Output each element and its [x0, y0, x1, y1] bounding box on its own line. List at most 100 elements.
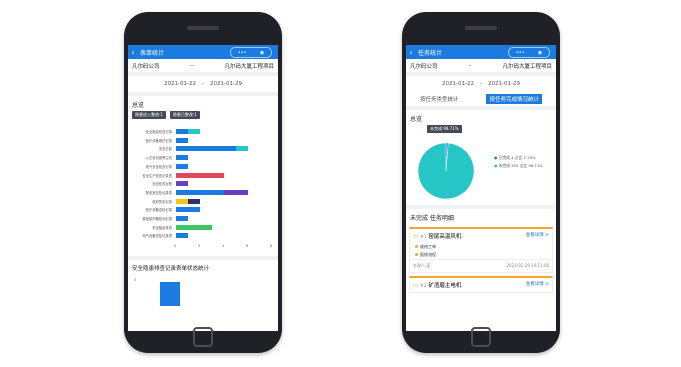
view-details-link[interactable]: 查看详情 >	[526, 281, 549, 289]
bar	[176, 233, 188, 239]
task-num: #2	[419, 284, 427, 289]
pie-chart: 未完成:98.71% ● 已完成 4 占比 1.29% ● 未完成 305 占比…	[406, 125, 556, 205]
date-from[interactable]: 2021-01-22	[164, 81, 196, 87]
project-name: 凡尔码大厦工程项目	[224, 63, 274, 70]
pie-legend-done: ● 已完成 4 占比 1.29%	[494, 155, 536, 160]
right-phone: ‹ 任务统计 ••• ◉ 凡尔码公司 - 凡尔码大厦工程项目 2021-01-22…	[402, 12, 560, 353]
bar	[176, 198, 188, 204]
x-tick-label: 8	[270, 244, 273, 249]
bar	[200, 224, 212, 230]
overview-title: 总览	[410, 116, 423, 123]
close-icon[interactable]: ◉	[260, 50, 264, 56]
bar-label: 安全日检	[158, 147, 172, 152]
task-item-label: 维修工单	[420, 244, 436, 249]
bar	[176, 137, 188, 143]
task-card[interactable]: ▭ #2 矿渣磨主电机 查看详情 >	[409, 276, 553, 293]
bar	[176, 216, 188, 221]
company-name: 凡尔码公司	[132, 63, 160, 70]
bar	[176, 207, 200, 213]
more-icon[interactable]: •••	[238, 50, 247, 56]
handler-label: 办理人:	[413, 263, 427, 268]
tab-by-completion[interactable]: 按任务完成情况统计	[486, 94, 542, 104]
bar	[176, 224, 200, 230]
bar-label: 医疗设备巡检记录	[145, 208, 172, 213]
page-title: 表单统计	[140, 49, 165, 57]
bullet-icon	[415, 245, 418, 248]
close-icon[interactable]: ◉	[538, 50, 542, 56]
task-card[interactable]: ▭ #1 窑尾高温风机 查看详情 > 维修工单 报修流程 办理人:无 2021-…	[409, 227, 553, 273]
bar	[236, 146, 248, 152]
bar	[176, 155, 188, 161]
home-button[interactable]	[471, 327, 491, 347]
x-tick-label: 6	[246, 244, 249, 249]
right-screen: ‹ 任务统计 ••• ◉ 凡尔码公司 - 凡尔码大厦工程项目 2021-01-22…	[406, 45, 556, 331]
bar	[188, 129, 200, 134]
overview-title: 总览	[132, 102, 145, 109]
more-icon[interactable]: •••	[516, 50, 525, 56]
task-card-header: ▭ #1 窑尾高温风机 查看详情 >	[410, 229, 552, 243]
bar-label: 安全隐患检查记录	[145, 130, 172, 134]
bar	[176, 189, 224, 195]
navbar: ‹ 表单统计 ••• ◉	[128, 45, 278, 59]
company-name: 凡尔码公司	[410, 63, 438, 70]
task-item: 报修流程	[410, 251, 552, 259]
task-card-footer: 办理人:无 2021-01-29 10:11:06	[410, 259, 552, 272]
left-phone: ‹ 表单统计 ••• ◉ 凡尔码公司 - 凡尔码大厦工程项目 2021-01-22…	[124, 12, 282, 353]
bar-label: 配电室巡检记录表	[145, 190, 172, 195]
company-row[interactable]: 凡尔码公司 - 凡尔码大厦工程项目	[406, 59, 556, 72]
company-separator: -	[469, 62, 471, 69]
capsule-menu[interactable]: ••• ◉	[508, 47, 550, 58]
home-button[interactable]	[193, 327, 213, 347]
project-name: 凡尔码大厦工程项目	[502, 63, 552, 70]
pie-legend-done-text: 已完成 4 占比 1.29%	[498, 155, 536, 160]
tab-by-type[interactable]: 按任务类型统计	[420, 95, 459, 103]
bar	[176, 181, 188, 187]
bar-label: 电气设备巡检记录表	[142, 234, 172, 239]
pie-slice	[417, 142, 475, 200]
pie-legend-undone-text: 未完成 305 占比 98.71%	[498, 163, 543, 168]
navbar: ‹ 任务统计 ••• ◉	[406, 45, 556, 59]
capsule-menu[interactable]: ••• ◉	[230, 47, 272, 58]
task-card-header: ▭ #2 矿渣磨主电机 查看详情 >	[410, 278, 552, 292]
company-row[interactable]: 凡尔码公司 - 凡尔码大厦工程项目	[128, 59, 278, 72]
bar	[224, 189, 248, 195]
bar-label: 安全生产检查记录表	[142, 173, 172, 178]
task-item-label: 报修流程	[420, 252, 436, 257]
x-tick-label: 2	[198, 244, 201, 249]
tab-bar: 按任务类型统计 按任务完成情况统计	[406, 92, 556, 106]
bar	[176, 163, 188, 169]
view-details-link[interactable]: 查看详情 >	[526, 232, 549, 240]
legend-pending: 隐患进入整改:1	[132, 111, 166, 119]
task-item: 维修工单	[410, 243, 552, 251]
date-range[interactable]: 2021-01-22 - 2021-01-29	[406, 76, 556, 92]
back-icon[interactable]: ‹	[406, 48, 416, 57]
date-separator: -	[480, 81, 482, 87]
x-tick-label: 0	[174, 244, 177, 249]
left-screen: ‹ 表单统计 ••• ◉ 凡尔码公司 - 凡尔码大厦工程项目 2021-01-22…	[128, 45, 278, 331]
company-separator: -	[191, 62, 193, 69]
back-icon[interactable]: ‹	[128, 48, 138, 57]
legend-done: 隐患已整改:1	[169, 111, 200, 119]
page-title: 任务统计	[418, 49, 443, 57]
status-bar	[160, 282, 180, 306]
pie-legend-undone: ● 未完成 305 占比 98.71%	[494, 163, 543, 168]
speaker	[465, 26, 497, 30]
undone-title: 未完成 任务明细	[410, 215, 454, 222]
bullet-icon	[415, 253, 418, 256]
date-separator: -	[202, 81, 204, 87]
bar-label: 安全检查台账	[152, 182, 172, 187]
task-icon: ▭	[413, 283, 419, 289]
date-range[interactable]: 2021-01-22 - 2021-01-29	[128, 76, 278, 92]
legend: 隐患进入整改:1 隐患已整改:1	[128, 111, 278, 119]
bar-label: 医疗设备维护记录	[145, 138, 172, 143]
task-num: #1	[419, 235, 427, 240]
date-to[interactable]: 2021-01-29	[210, 81, 242, 87]
bar	[188, 198, 200, 204]
task-name: 窑尾高温风机	[428, 234, 462, 240]
date-from[interactable]: 2021-01-22	[442, 81, 474, 87]
status-ytick: 3	[134, 278, 137, 282]
bar-label: 安全隐患排查	[152, 225, 172, 230]
bar	[176, 146, 236, 152]
date-to[interactable]: 2021-01-29	[488, 81, 520, 87]
bar	[176, 129, 188, 134]
